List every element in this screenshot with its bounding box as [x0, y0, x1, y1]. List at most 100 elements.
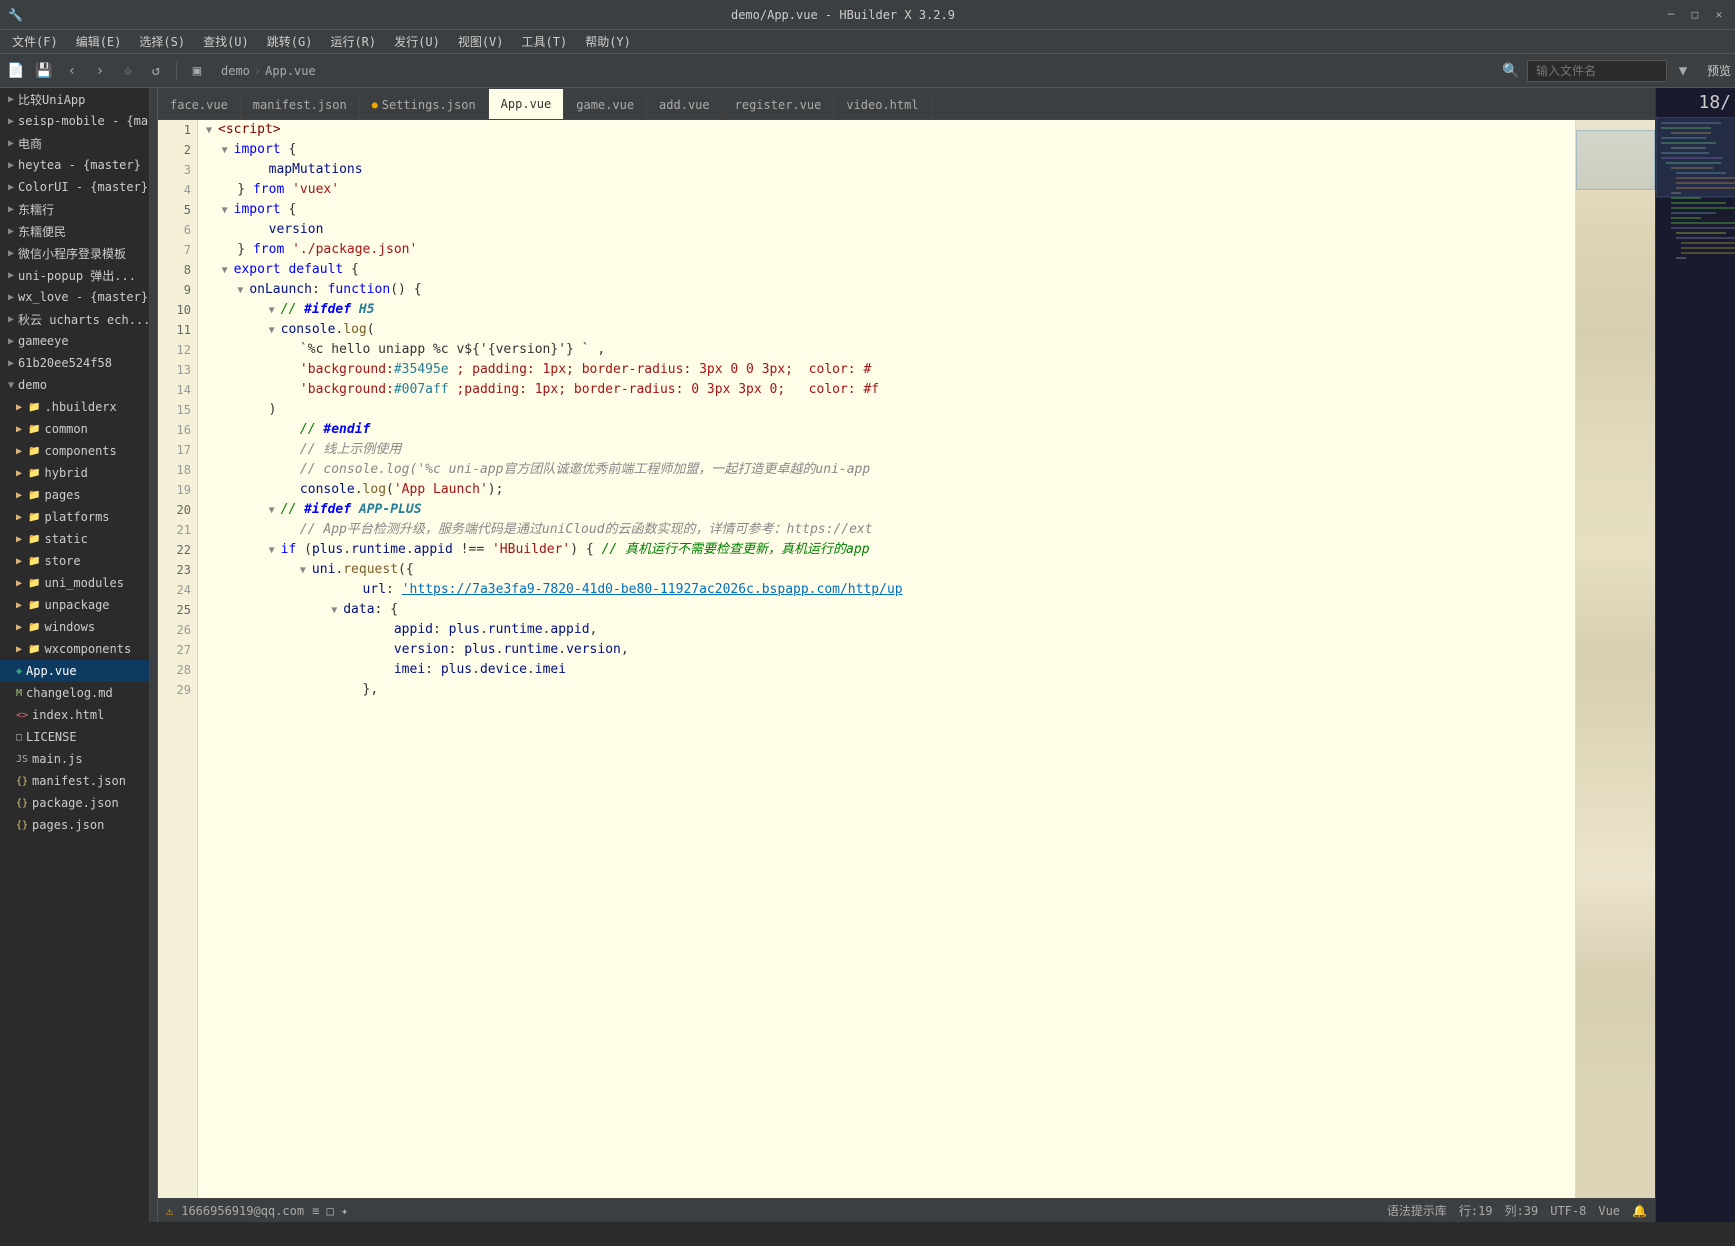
sidebar-item-dongnuo2[interactable]: ▶ 东糯便民	[0, 220, 149, 242]
menu-edit[interactable]: 编辑(E)	[68, 31, 130, 52]
sidebar-item-common[interactable]: ▶ 📁 common	[0, 418, 149, 440]
tab-face-vue[interactable]: face.vue	[158, 91, 241, 119]
line-num-5: 5	[158, 200, 197, 220]
sidebar-item-demo[interactable]: ▼ demo	[0, 374, 149, 396]
sidebar-item-heytea[interactable]: ▶ heytea - {master}	[0, 154, 149, 176]
sidebar-item-hybrid[interactable]: ▶ 📁 hybrid	[0, 462, 149, 484]
sidebar-item-shop[interactable]: ▶ 电商	[0, 132, 149, 154]
tab-app-vue[interactable]: App.vue	[489, 89, 565, 119]
line-num-25: 25	[158, 600, 197, 620]
menu-help[interactable]: 帮助(Y)	[577, 31, 639, 52]
sidebar-item-dongnuo1[interactable]: ▶ 东糯行	[0, 198, 149, 220]
sidebar-item-main-js[interactable]: JS main.js	[0, 748, 149, 770]
sidebar-item-windows[interactable]: ▶ 📁 windows	[0, 616, 149, 638]
fold-arrow[interactable]: ▼	[222, 201, 234, 221]
sidebar-item-wxlove[interactable]: ▶ wx_love - {master}	[0, 286, 149, 308]
tab-video-html[interactable]: video.html	[834, 91, 931, 119]
menu-file[interactable]: 文件(F)	[4, 31, 66, 52]
sidebar-item-uni-modules[interactable]: ▶ 📁 uni_modules	[0, 572, 149, 594]
tab-label: game.vue	[576, 98, 634, 112]
sidebar-item-pages-json[interactable]: {} pages.json	[0, 814, 149, 836]
menu-tools[interactable]: 工具(T)	[514, 31, 576, 52]
sidebar-item-package[interactable]: {} package.json	[0, 792, 149, 814]
menu-publish[interactable]: 发行(U)	[386, 31, 448, 52]
filter-icon[interactable]: ▼	[1671, 59, 1695, 83]
toolbar-refresh[interactable]: ↺	[144, 59, 168, 83]
sidebar-item-hbuilderx[interactable]: ▶ 📁 .hbuilderx	[0, 396, 149, 418]
tab-register-vue[interactable]: register.vue	[723, 91, 835, 119]
search-icon: 🔍	[1499, 59, 1523, 83]
folder-icon: ▶ 📁	[16, 578, 41, 589]
tab-settings-json[interactable]: ● Settings.json	[360, 91, 489, 119]
sidebar-item-platforms[interactable]: ▶ 📁 platforms	[0, 506, 149, 528]
sidebar-item-gameeye[interactable]: ▶ gameeye	[0, 330, 149, 352]
sidebar-item-changelog[interactable]: M changelog.md	[0, 682, 149, 704]
fold-arrow[interactable]: ▼	[222, 261, 234, 281]
sidebar-item-pages[interactable]: ▶ 📁 pages	[0, 484, 149, 506]
sidebar-item-wechat[interactable]: ▶ 微信小程序登录模板	[0, 242, 149, 264]
html-file-icon: <>	[16, 710, 28, 721]
tab-game-vue[interactable]: game.vue	[564, 91, 647, 119]
code-line-15: )	[206, 400, 1567, 420]
sidebar-item-static[interactable]: ▶ 📁 static	[0, 528, 149, 550]
code-line-21: // App平台检测升级，服务端代码是通过uniCloud的云函数实现的，详情可…	[206, 520, 1567, 540]
tab-add-vue[interactable]: add.vue	[647, 91, 723, 119]
sidebar-item-manifest[interactable]: {} manifest.json	[0, 770, 149, 792]
folder-icon: ▶ 📁	[16, 644, 41, 655]
sidebar-item-unpackage[interactable]: ▶ 📁 unpackage	[0, 594, 149, 616]
sidebar-item-label: index.html	[32, 708, 104, 722]
menu-run[interactable]: 运行(R)	[322, 31, 384, 52]
sidebar-item-seisp[interactable]: ▶ seisp-mobile - {mas	[0, 110, 149, 132]
fold-arrow[interactable]: ▼	[269, 301, 281, 321]
menu-goto[interactable]: 跳转(G)	[259, 31, 321, 52]
sidebar-item-components[interactable]: ▶ 📁 components	[0, 440, 149, 462]
code-line-20: ▼// #ifdef APP-PLUS	[206, 500, 1567, 520]
close-button[interactable]: ✕	[1711, 7, 1727, 23]
fold-arrow[interactable]: ▼	[222, 141, 234, 161]
sidebar-item-hash[interactable]: ▶ 61b20ee524f58	[0, 352, 149, 374]
code-line-27: version: plus.runtime.version,	[206, 640, 1567, 660]
fold-arrow[interactable]: ▼	[269, 321, 281, 341]
fold-arrow[interactable]: ▼	[269, 501, 281, 521]
minimap-viewport[interactable]	[1576, 130, 1655, 190]
toolbar-star[interactable]: ☆	[116, 59, 140, 83]
toolbar-icon1[interactable]: ▣	[185, 59, 209, 83]
sidebar-resize-handle[interactable]	[150, 88, 158, 1222]
expand-icon: ▶	[8, 182, 14, 193]
menu-find[interactable]: 查找(U)	[195, 31, 257, 52]
fold-arrow[interactable]: ▼	[269, 541, 281, 561]
toolbar-back[interactable]: ‹	[60, 59, 84, 83]
json-file-icon2: {}	[16, 798, 28, 809]
fold-arrow[interactable]: ▼	[331, 601, 343, 621]
sidebar-item-app-vue[interactable]: ◈ App.vue	[0, 660, 149, 682]
sidebar-item-label: gameeye	[18, 334, 69, 348]
fold-arrow[interactable]: ▼	[300, 561, 312, 581]
breadcrumb-demo[interactable]: demo	[221, 64, 250, 78]
code-content[interactable]: ▼<script> ▼import { mapMutations } from …	[198, 120, 1575, 1198]
line-num-1: 1	[158, 120, 197, 140]
status-bell: 🔔	[1632, 1204, 1647, 1218]
toolbar-forward[interactable]: ›	[88, 59, 112, 83]
toolbar-save[interactable]: 💾	[32, 59, 56, 83]
sidebar-item-wxcomponents[interactable]: ▶ 📁 wxcomponents	[0, 638, 149, 660]
tab-manifest-json[interactable]: manifest.json	[241, 91, 360, 119]
minimize-button[interactable]: ─	[1663, 7, 1679, 23]
sidebar-item-ucharts[interactable]: ▶ 秋云 ucharts ech...	[0, 308, 149, 330]
sidebar-item-index-html[interactable]: <> index.html	[0, 704, 149, 726]
preview-button[interactable]: 预览	[1707, 62, 1731, 79]
sidebar-item-popup[interactable]: ▶ uni-popup 弹出...	[0, 264, 149, 286]
sidebar-item-uniapp[interactable]: ▶ 比较UniApp	[0, 88, 149, 110]
breadcrumb-file[interactable]: App.vue	[265, 64, 316, 78]
toolbar-new[interactable]: 📄	[4, 59, 28, 83]
fold-arrow[interactable]: ▼	[206, 121, 218, 141]
menu-view[interactable]: 视图(V)	[450, 31, 512, 52]
fold-arrow[interactable]: ▼	[237, 281, 249, 301]
menu-select[interactable]: 选择(S)	[131, 31, 193, 52]
sidebar-item-label: changelog.md	[26, 686, 113, 700]
file-search-input[interactable]	[1527, 60, 1667, 82]
sidebar-item-license[interactable]: □ LICENSE	[0, 726, 149, 748]
sidebar-item-store[interactable]: ▶ 📁 store	[0, 550, 149, 572]
maximize-button[interactable]: □	[1687, 7, 1703, 23]
sidebar-item-colorui[interactable]: ▶ ColorUI - {master}	[0, 176, 149, 198]
status-encoding: UTF-8	[1550, 1204, 1586, 1218]
